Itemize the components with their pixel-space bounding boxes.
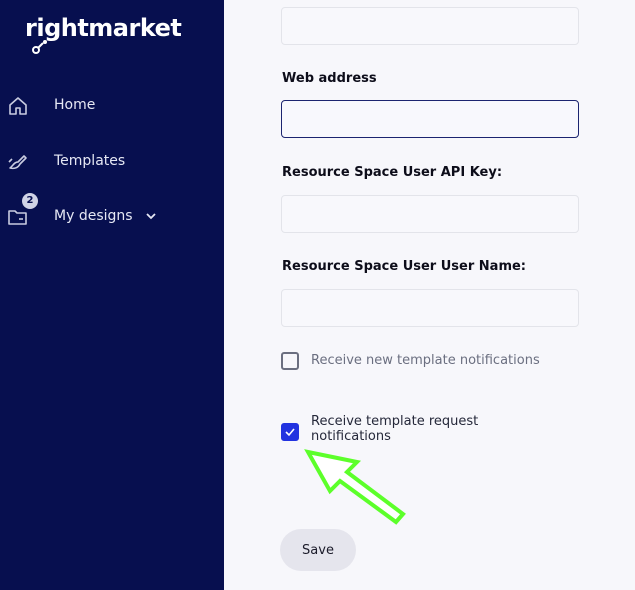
sidebar-item-label: Templates	[54, 153, 126, 169]
sidebar-item-templates[interactable]: Templates	[0, 144, 224, 180]
sidebar-item-label: Home	[54, 97, 96, 113]
folder-icon	[8, 210, 27, 225]
web-address-input[interactable]	[281, 100, 579, 138]
logo-mark-icon	[32, 40, 47, 54]
sidebar: rightmarket Home Templates 2 My designs	[0, 0, 224, 590]
template-request-notifications-label: Receive template request notifications	[311, 414, 478, 444]
settings-form: Web address Resource Space User API Key:…	[224, 0, 635, 590]
web-address-label: Web address	[282, 71, 377, 86]
designs-count-badge: 2	[22, 193, 38, 209]
previous-field-input[interactable]	[281, 7, 579, 45]
checkmark-icon	[285, 428, 295, 437]
new-template-notifications-checkbox[interactable]	[281, 352, 299, 370]
sidebar-item-home[interactable]: Home	[0, 88, 224, 124]
pen-icon	[8, 155, 27, 170]
template-request-label-line1: Receive template request	[311, 414, 479, 429]
sidebar-item-my-designs[interactable]: 2 My designs	[0, 193, 224, 235]
user-name-label: Resource Space User User Name:	[282, 259, 527, 274]
api-key-input[interactable]	[281, 195, 579, 233]
chevron-down-icon[interactable]	[145, 210, 157, 222]
sidebar-item-label: My designs	[54, 208, 133, 224]
api-key-label: Resource Space User API Key:	[282, 165, 503, 180]
template-request-notifications-checkbox[interactable]	[281, 423, 299, 441]
home-icon	[9, 97, 27, 115]
template-request-label-line2: notifications	[311, 429, 391, 444]
annotation-arrow-icon	[304, 449, 406, 525]
save-button[interactable]: Save	[280, 529, 356, 571]
new-template-notifications-label: Receive new template notifications	[311, 353, 540, 368]
user-name-input[interactable]	[281, 289, 579, 327]
